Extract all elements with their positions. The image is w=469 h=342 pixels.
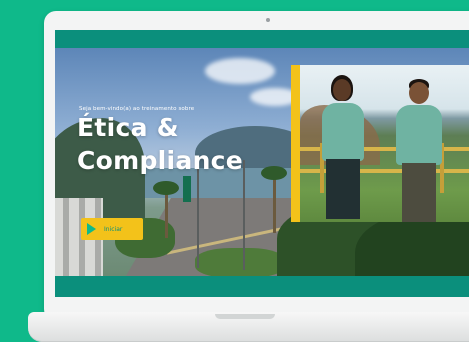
sign-post [183, 176, 191, 202]
title-line-2: Compliance [77, 146, 244, 175]
title-line-1: Ética & [77, 113, 179, 142]
person-woman [318, 75, 368, 222]
play-icon [87, 223, 96, 235]
palm-crown [261, 166, 287, 180]
lamp-pole [197, 168, 199, 268]
head [409, 82, 429, 104]
screen-bottom-bar [55, 276, 469, 297]
lamp-pole [243, 160, 245, 270]
screen-top-bar [55, 30, 469, 48]
cloud [205, 58, 275, 84]
grass [195, 248, 285, 276]
hero-background: Seja bem-vindo(a) ao treinamento sobre É… [55, 48, 469, 276]
head [333, 79, 351, 101]
camera-dot [266, 18, 270, 22]
pants [326, 159, 360, 219]
photo-accent-bar [291, 65, 300, 222]
start-button-label: Iniciar [104, 225, 123, 233]
laptop-notch [215, 314, 275, 319]
palm-trunk [165, 188, 168, 238]
palm-trunk [273, 173, 276, 233]
person-man [390, 79, 446, 222]
team-photo [300, 65, 469, 222]
laptop-screen: Seja bem-vindo(a) ao treinamento sobre É… [55, 30, 469, 297]
palm-crown [153, 181, 179, 195]
building-stripe [63, 198, 69, 276]
shirt [396, 105, 442, 165]
start-button[interactable]: Iniciar [81, 218, 143, 240]
course-title: Ética & Compliance [77, 111, 243, 177]
shirt [322, 103, 364, 161]
pants [402, 163, 436, 222]
